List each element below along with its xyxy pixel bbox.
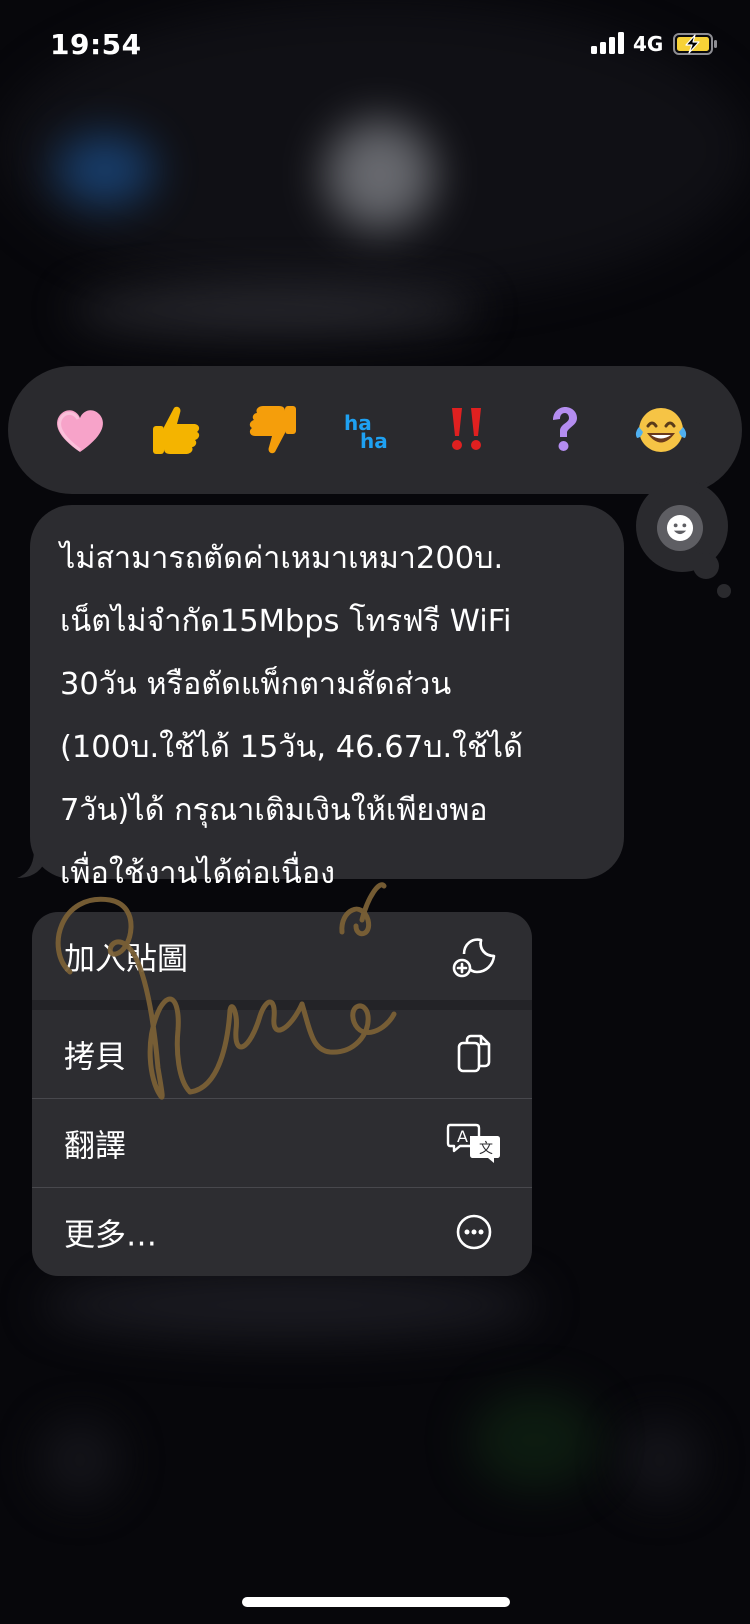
more-icon <box>456 1214 492 1250</box>
message-text: ไม่สามารถตัดค่าเหมาเหมา200บ. เน็ตไม่จำกั… <box>60 541 523 891</box>
context-menu: 加入貼圖 拷貝 翻譯 A 文 更多… <box>32 912 532 1276</box>
svg-text:ha: ha <box>360 429 388 453</box>
network-type: 4G <box>633 32 664 56</box>
menu-item-translate[interactable]: 翻譯 A 文 <box>32 1099 532 1187</box>
menu-item-copy[interactable]: 拷貝 <box>32 1010 532 1098</box>
svg-text:文: 文 <box>479 1141 493 1157</box>
message-bubble[interactable]: ไม่สามารถตัดค่าเหมาเหมา200บ. เน็ตไม่จำกั… <box>30 505 624 891</box>
haha-icon[interactable]: ha ha <box>334 394 406 466</box>
svg-text:A: A <box>457 1127 468 1146</box>
cellular-signal-icon <box>591 32 627 54</box>
status-bar: 19:54 4G <box>0 0 750 90</box>
copy-icon <box>457 1034 491 1073</box>
translate-icon: A 文 <box>446 1123 500 1163</box>
add-reaction-emoji-icon[interactable] <box>657 505 703 551</box>
home-indicator[interactable] <box>242 1597 510 1607</box>
thumbs-down-icon[interactable] <box>237 394 309 466</box>
reaction-bar: ha ha <box>8 366 742 494</box>
menu-group-divider <box>32 1000 532 1010</box>
heart-icon[interactable] <box>44 394 116 466</box>
menu-item-label: 翻譯 <box>64 1128 126 1165</box>
thumbs-up-icon[interactable] <box>140 394 212 466</box>
reaction-tail-dot-small <box>717 584 731 598</box>
battery-charging-icon <box>673 33 717 55</box>
reaction-tail-dot <box>693 553 719 579</box>
menu-item-add-sticker[interactable]: 加入貼圖 <box>32 912 532 1000</box>
status-time: 19:54 <box>50 28 142 61</box>
menu-item-label: 拷貝 <box>64 1039 126 1076</box>
question-icon[interactable] <box>528 394 600 466</box>
tears-of-joy-icon[interactable] <box>625 394 697 466</box>
add-sticker-icon <box>452 938 496 978</box>
menu-item-more[interactable]: 更多… <box>32 1188 532 1276</box>
double-exclamation-icon[interactable] <box>431 394 503 466</box>
menu-item-label: 更多… <box>64 1217 157 1254</box>
menu-item-label: 加入貼圖 <box>64 941 188 978</box>
